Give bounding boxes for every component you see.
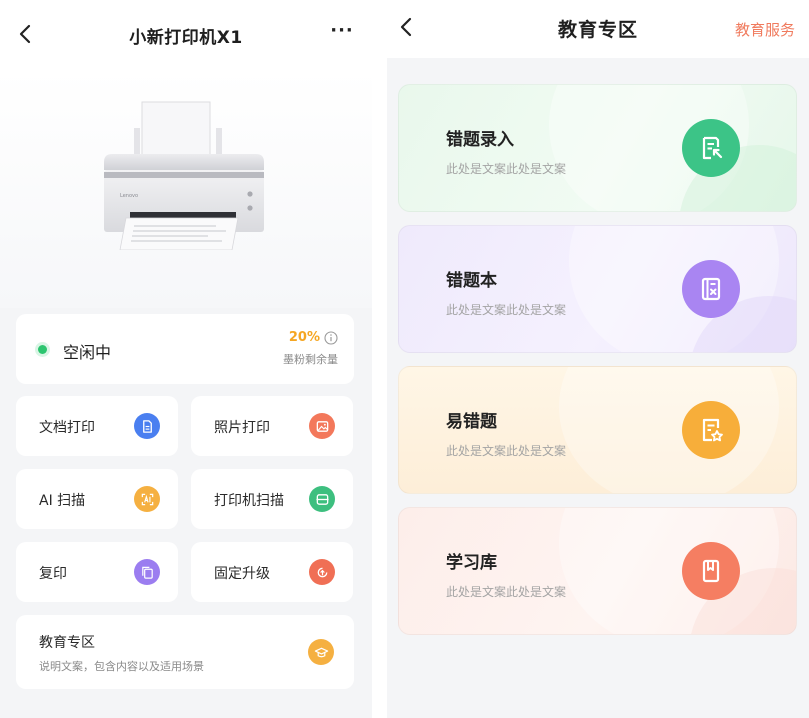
status-online-indicator: [38, 345, 47, 354]
printer-hero: Lenovo: [0, 70, 372, 308]
chevron-left-icon: [19, 24, 31, 44]
card-mistake-entry[interactable]: 错题录入 此处是文案此处是文案: [398, 84, 797, 212]
printer-illustration: Lenovo: [104, 101, 264, 250]
card-title: 错题本: [446, 271, 497, 291]
copy-icon: [134, 559, 160, 585]
back-button[interactable]: [14, 22, 38, 46]
scanner-icon: [309, 486, 335, 512]
education-zone-entry[interactable]: 教育专区 说明文案，包含内容以及适用场景: [16, 615, 354, 689]
upgrade-icon: [309, 559, 335, 585]
top-nav-bar: 教育专区 教育服务: [387, 0, 809, 58]
tile-label: 文档打印: [39, 420, 95, 436]
tile-copy[interactable]: 复印: [16, 542, 178, 602]
education-service-link[interactable]: 教育服务: [735, 19, 795, 40]
card-desc: 此处是文案此处是文案: [446, 444, 567, 458]
svg-text:Lenovo: Lenovo: [120, 193, 138, 199]
tile-firmware-upgrade[interactable]: 固定升级: [191, 542, 353, 602]
starred-document-icon: [682, 401, 740, 459]
graduation-cap-icon: [308, 639, 334, 665]
education-zone-screen: 教育专区 教育服务 错题录入 此处是文案此处是文案 错题本 此处是文案此处是文案…: [387, 0, 809, 718]
notebook-icon: [682, 260, 740, 318]
tile-label: 打印机扫描: [214, 493, 284, 509]
printer-status-card: 空闲中 20% 墨粉剩余量: [16, 314, 354, 384]
printer-home-screen: 小新打印机X1 ··· Lenovo 空闲中 20% 墨粉剩余量 文档打印 照片…: [0, 0, 372, 718]
card-title: 学习库: [446, 553, 497, 573]
education-title: 教育专区: [39, 635, 95, 651]
top-nav-bar: 小新打印机X1 ···: [0, 0, 372, 70]
more-button[interactable]: ···: [330, 22, 354, 46]
tile-document-print[interactable]: 文档打印: [16, 396, 178, 456]
card-mistake-book[interactable]: 错题本 此处是文案此处是文案: [398, 225, 797, 353]
ai-scan-icon: [134, 486, 160, 512]
card-desc: 此处是文案此处是文案: [446, 585, 567, 599]
card-desc: 此处是文案此处是文案: [446, 303, 567, 317]
card-desc: 此处是文案此处是文案: [446, 162, 567, 176]
card-error-prone[interactable]: 易错题 此处是文案此处是文案: [398, 366, 797, 494]
page-title: 小新打印机X1: [129, 27, 243, 48]
book-icon: [682, 542, 740, 600]
tile-photo-print[interactable]: 照片打印: [191, 396, 353, 456]
status-text: 空闲中: [63, 343, 112, 362]
ink-remaining-label: 墨粉剩余量: [283, 353, 338, 366]
tile-label: 照片打印: [214, 420, 270, 436]
tile-label: AI 扫描: [39, 493, 86, 509]
document-icon: [134, 413, 160, 439]
card-title: 易错题: [446, 412, 497, 432]
card-study-library[interactable]: 学习库 此处是文案此处是文案: [398, 507, 797, 635]
tile-label: 复印: [39, 566, 67, 582]
card-title: 错题录入: [446, 130, 514, 150]
tile-label: 固定升级: [214, 566, 270, 582]
ink-percent: 20%: [288, 330, 320, 345]
tile-printer-scan[interactable]: 打印机扫描: [191, 469, 353, 529]
info-icon[interactable]: [324, 331, 338, 345]
tile-ai-scan[interactable]: AI 扫描: [16, 469, 178, 529]
image-icon: [309, 413, 335, 439]
education-desc: 说明文案，包含内容以及适用场景: [39, 660, 204, 673]
edit-document-icon: [682, 119, 740, 177]
